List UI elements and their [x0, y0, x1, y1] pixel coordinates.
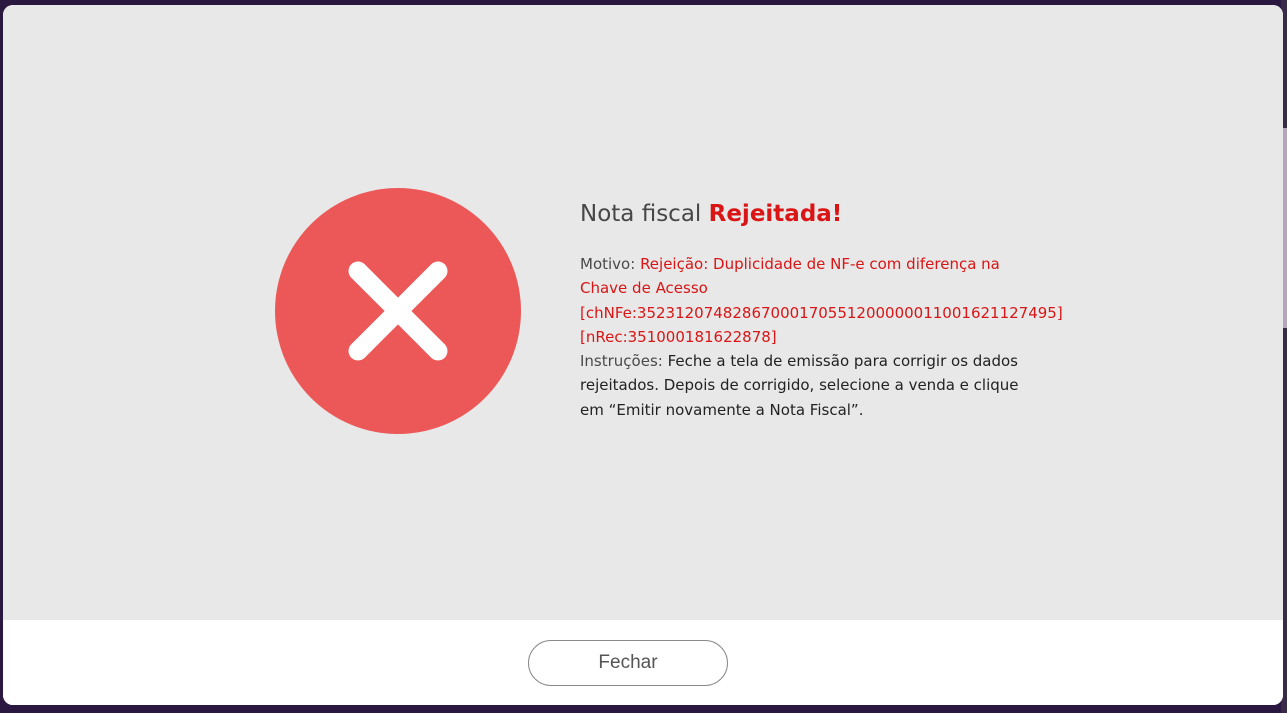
instructions-label: Instruções: [580, 352, 663, 371]
dialog-body: Nota fiscal Rejeitada! Motivo: Rejeição:… [3, 5, 1283, 620]
reason-label: Motivo: [580, 255, 636, 273]
title-prefix: Nota fiscal [580, 201, 702, 227]
title-status: Rejeitada! [708, 201, 843, 227]
backdrop-scrollbar [1283, 128, 1287, 328]
reason-text: Rejeição: Duplicidade de NF-e com difere… [580, 255, 1063, 346]
error-status-badge [275, 188, 521, 434]
close-x-icon [348, 261, 448, 361]
dialog-footer: Fechar [3, 620, 1283, 705]
dialog-title: Nota fiscal Rejeitada! [580, 198, 1020, 230]
rejection-dialog: Nota fiscal Rejeitada! Motivo: Rejeição:… [3, 5, 1283, 705]
rejection-message: Nota fiscal Rejeitada! Motivo: Rejeição:… [580, 198, 1063, 422]
close-button[interactable]: Fechar [528, 640, 728, 686]
rejection-details: Motivo: Rejeição: Duplicidade de NF-e co… [580, 252, 1063, 422]
